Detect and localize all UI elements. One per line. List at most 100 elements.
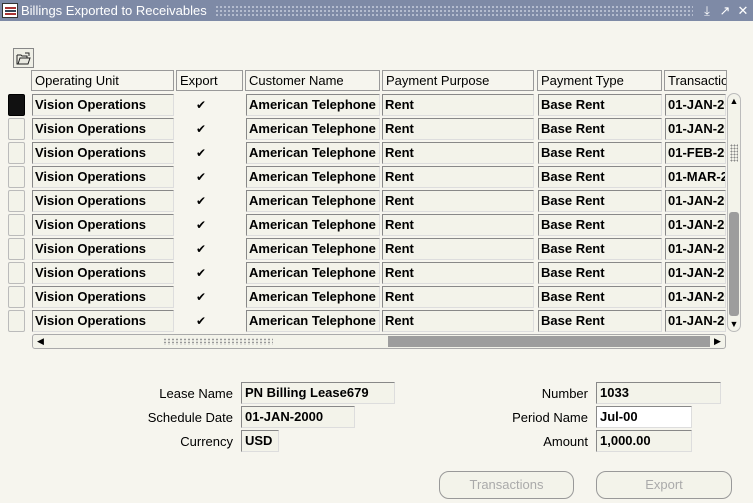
export-checkbox[interactable]: ✔ bbox=[194, 242, 208, 256]
cell-operating-unit[interactable]: Vision Operations bbox=[32, 286, 174, 308]
number-field[interactable]: 1033 bbox=[596, 382, 721, 404]
open-folder-button[interactable] bbox=[13, 48, 34, 68]
cell-payment-purpose[interactable]: Rent bbox=[382, 214, 534, 236]
cell-transaction-date[interactable]: 01-MAR-2 bbox=[665, 166, 726, 188]
vertical-scrollbar[interactable]: ▲ ▼ bbox=[727, 93, 741, 332]
cell-transaction-date[interactable]: 01-FEB-20 bbox=[665, 142, 726, 164]
horizontal-scrollbar[interactable]: ◀ ▶ bbox=[32, 334, 726, 349]
cell-payment-type[interactable]: Base Rent bbox=[538, 238, 662, 260]
row-selector[interactable] bbox=[8, 286, 25, 308]
cell-payment-type[interactable]: Base Rent bbox=[538, 262, 662, 284]
maximize-icon[interactable]: ↗ bbox=[719, 3, 731, 18]
period-name-field[interactable]: Jul-00 bbox=[596, 406, 692, 428]
cell-operating-unit[interactable]: Vision Operations bbox=[32, 118, 174, 140]
column-header-payment-type[interactable]: Payment Type bbox=[537, 70, 662, 91]
cell-payment-type[interactable]: Base Rent bbox=[538, 118, 662, 140]
cell-customer-name[interactable]: American Telephone bbox=[246, 166, 380, 188]
column-header-payment-purpose[interactable]: Payment Purpose bbox=[382, 70, 534, 91]
row-selector[interactable] bbox=[8, 94, 25, 116]
cell-payment-type[interactable]: Base Rent bbox=[538, 166, 662, 188]
cell-operating-unit[interactable]: Vision Operations bbox=[32, 166, 174, 188]
row-selector[interactable] bbox=[8, 214, 25, 236]
scroll-right-icon[interactable]: ▶ bbox=[711, 335, 724, 348]
row-selector[interactable] bbox=[8, 190, 25, 212]
cell-customer-name[interactable]: American Telephone bbox=[246, 238, 380, 260]
cell-payment-type[interactable]: Base Rent bbox=[538, 214, 662, 236]
cell-customer-name[interactable]: American Telephone bbox=[246, 94, 380, 116]
row-selector[interactable] bbox=[8, 238, 25, 260]
currency-field[interactable]: USD bbox=[241, 430, 279, 452]
export-checkbox[interactable]: ✔ bbox=[194, 122, 208, 136]
export-checkbox[interactable]: ✔ bbox=[194, 266, 208, 280]
export-checkbox[interactable]: ✔ bbox=[194, 290, 208, 304]
row-selector[interactable] bbox=[8, 142, 25, 164]
export-checkbox[interactable]: ✔ bbox=[194, 98, 208, 112]
schedule-date-field[interactable]: 01-JAN-2000 bbox=[241, 406, 355, 428]
cell-customer-name[interactable]: American Telephone bbox=[246, 142, 380, 164]
cell-operating-unit[interactable]: Vision Operations bbox=[32, 238, 174, 260]
cell-customer-name[interactable]: American Telephone bbox=[246, 286, 380, 308]
column-header-operating-unit[interactable]: Operating Unit bbox=[31, 70, 174, 91]
scroll-down-icon[interactable]: ▼ bbox=[728, 318, 740, 330]
row-selector[interactable] bbox=[8, 262, 25, 284]
cell-transaction-date[interactable]: 01-JAN-20 bbox=[665, 94, 726, 116]
cell-customer-name[interactable]: American Telephone bbox=[246, 310, 380, 332]
cell-transaction-date[interactable]: 01-JAN-20 bbox=[665, 310, 726, 332]
cell-payment-purpose[interactable]: Rent bbox=[382, 262, 534, 284]
cell-customer-name[interactable]: American Telephone bbox=[246, 214, 380, 236]
cell-payment-purpose[interactable]: Rent bbox=[382, 310, 534, 332]
vertical-scroll-thumb[interactable] bbox=[729, 212, 739, 316]
cell-payment-purpose[interactable]: Rent bbox=[382, 142, 534, 164]
export-checkbox[interactable]: ✔ bbox=[194, 218, 208, 232]
row-selector[interactable] bbox=[8, 310, 25, 332]
cell-payment-type[interactable]: Base Rent bbox=[538, 286, 662, 308]
minimize-icon[interactable]: ⤓ bbox=[701, 3, 713, 18]
titlebar-pattern bbox=[214, 5, 693, 16]
amount-label: Amount bbox=[543, 434, 588, 449]
window-titlebar: Billings Exported to Receivables ⤓ ↗ ✕ bbox=[0, 0, 753, 21]
cell-operating-unit[interactable]: Vision Operations bbox=[32, 190, 174, 212]
cell-payment-type[interactable]: Base Rent bbox=[538, 190, 662, 212]
cell-customer-name[interactable]: American Telephone bbox=[246, 262, 380, 284]
column-header-transaction-date[interactable]: Transactio bbox=[664, 70, 727, 91]
lease-name-field[interactable]: PN Billing Lease679 bbox=[241, 382, 395, 404]
close-icon[interactable]: ✕ bbox=[737, 3, 749, 18]
row-selector[interactable] bbox=[8, 118, 25, 140]
row-selector[interactable] bbox=[8, 166, 25, 188]
cell-payment-type[interactable]: Base Rent bbox=[538, 94, 662, 116]
column-header-customer-name[interactable]: Customer Name bbox=[245, 70, 380, 91]
cell-transaction-date[interactable]: 01-JAN-20 bbox=[665, 262, 726, 284]
cell-operating-unit[interactable]: Vision Operations bbox=[32, 214, 174, 236]
export-button[interactable]: Export bbox=[596, 471, 732, 499]
export-checkbox[interactable]: ✔ bbox=[194, 314, 208, 328]
cell-transaction-date[interactable]: 01-JAN-20 bbox=[665, 214, 726, 236]
hscroll-grip bbox=[163, 338, 273, 345]
cell-operating-unit[interactable]: Vision Operations bbox=[32, 142, 174, 164]
export-checkbox[interactable]: ✔ bbox=[194, 194, 208, 208]
column-header-export[interactable]: Export bbox=[176, 70, 243, 91]
cell-transaction-date[interactable]: 01-JAN-20 bbox=[665, 190, 726, 212]
cell-payment-purpose[interactable]: Rent bbox=[382, 286, 534, 308]
export-checkbox[interactable]: ✔ bbox=[194, 146, 208, 160]
cell-customer-name[interactable]: American Telephone bbox=[246, 118, 380, 140]
cell-payment-purpose[interactable]: Rent bbox=[382, 238, 534, 260]
cell-operating-unit[interactable]: Vision Operations bbox=[32, 94, 174, 116]
transactions-button[interactable]: Transactions bbox=[439, 471, 574, 499]
scroll-left-icon[interactable]: ◀ bbox=[34, 335, 47, 348]
cell-transaction-date[interactable]: 01-JAN-20 bbox=[665, 118, 726, 140]
cell-payment-purpose[interactable]: Rent bbox=[382, 94, 534, 116]
cell-transaction-date[interactable]: 01-JAN-20 bbox=[665, 238, 726, 260]
cell-payment-purpose[interactable]: Rent bbox=[382, 166, 534, 188]
cell-payment-purpose[interactable]: Rent bbox=[382, 118, 534, 140]
export-checkbox[interactable]: ✔ bbox=[194, 170, 208, 184]
cell-payment-purpose[interactable]: Rent bbox=[382, 190, 534, 212]
amount-field[interactable]: 1,000.00 bbox=[596, 430, 692, 452]
cell-transaction-date[interactable]: 01-JAN-20 bbox=[665, 286, 726, 308]
cell-operating-unit[interactable]: Vision Operations bbox=[32, 262, 174, 284]
cell-customer-name[interactable]: American Telephone bbox=[246, 190, 380, 212]
cell-payment-type[interactable]: Base Rent bbox=[538, 142, 662, 164]
cell-operating-unit[interactable]: Vision Operations bbox=[32, 310, 174, 332]
horizontal-scroll-thumb[interactable] bbox=[388, 336, 710, 347]
cell-payment-type[interactable]: Base Rent bbox=[538, 310, 662, 332]
scroll-up-icon[interactable]: ▲ bbox=[728, 95, 740, 107]
